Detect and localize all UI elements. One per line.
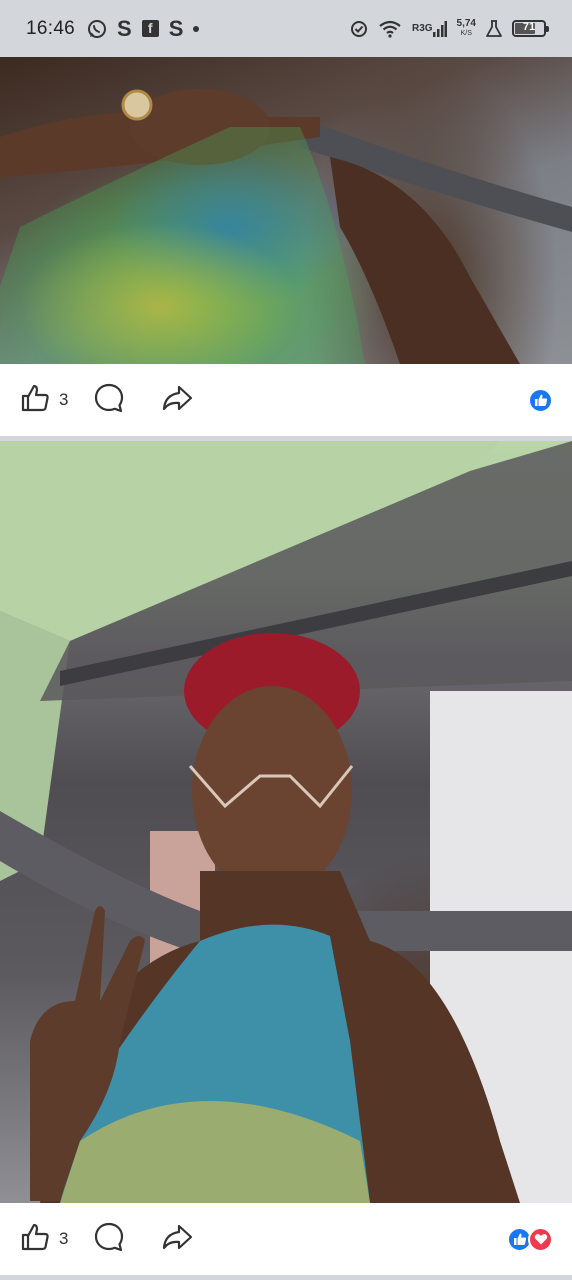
like-count: 3 bbox=[59, 390, 69, 409]
data-saver-icon bbox=[350, 20, 368, 38]
post-photo[interactable] bbox=[0, 57, 572, 364]
share-button[interactable] bbox=[161, 382, 201, 419]
cellular-signal-icon: R3G bbox=[411, 20, 447, 37]
network-speed-unit: K/S bbox=[460, 29, 472, 37]
share-button[interactable] bbox=[161, 1221, 201, 1258]
thumbs-up-icon bbox=[19, 1221, 51, 1258]
status-bar: 16:46 S f S R3G 5,74 K/S 71 bbox=[0, 0, 572, 57]
like-button[interactable]: 3 bbox=[19, 382, 93, 419]
battery-icon: 71 bbox=[512, 20, 549, 37]
post-photo[interactable] bbox=[0, 441, 572, 1203]
system-icons: R3G 5,74 K/S 71 bbox=[350, 17, 549, 39]
share-arrow-icon bbox=[161, 382, 193, 419]
comment-bubble-icon bbox=[93, 1221, 125, 1258]
notification-icons: S f S bbox=[87, 15, 200, 42]
whatsapp-icon bbox=[87, 19, 107, 39]
thumbs-up-icon bbox=[19, 382, 51, 419]
post-action-bar: 3 bbox=[0, 1203, 572, 1275]
post-divider bbox=[0, 1275, 572, 1280]
lab-flask-icon bbox=[486, 19, 502, 38]
battery-level: 71 bbox=[522, 21, 536, 33]
wifi-icon bbox=[378, 20, 402, 38]
like-reaction-icon bbox=[528, 387, 553, 413]
share-arrow-icon bbox=[161, 1221, 193, 1258]
photo-2-shapes bbox=[0, 441, 572, 1203]
dot-icon bbox=[193, 25, 200, 32]
network-type-label: R3G bbox=[411, 23, 433, 34]
s-app-icon: S bbox=[117, 15, 132, 41]
status-time: 16:46 bbox=[26, 17, 76, 39]
network-speed-value: 5,74 bbox=[456, 17, 476, 29]
love-reaction-icon bbox=[528, 1226, 553, 1252]
comment-button[interactable] bbox=[93, 382, 161, 419]
comment-bubble-icon bbox=[93, 382, 125, 419]
like-button[interactable]: 3 bbox=[19, 1221, 93, 1258]
facebook-icon: f bbox=[141, 20, 159, 37]
s-app-icon: S bbox=[168, 15, 184, 41]
reactions-summary[interactable] bbox=[507, 1226, 553, 1252]
photo-1-shapes bbox=[0, 89, 572, 364]
network-speed: 5,74 K/S bbox=[456, 17, 476, 39]
like-count: 3 bbox=[59, 1229, 69, 1248]
post-action-bar: 3 bbox=[0, 364, 572, 436]
reactions-summary[interactable] bbox=[528, 387, 553, 413]
comment-button[interactable] bbox=[93, 1221, 161, 1258]
